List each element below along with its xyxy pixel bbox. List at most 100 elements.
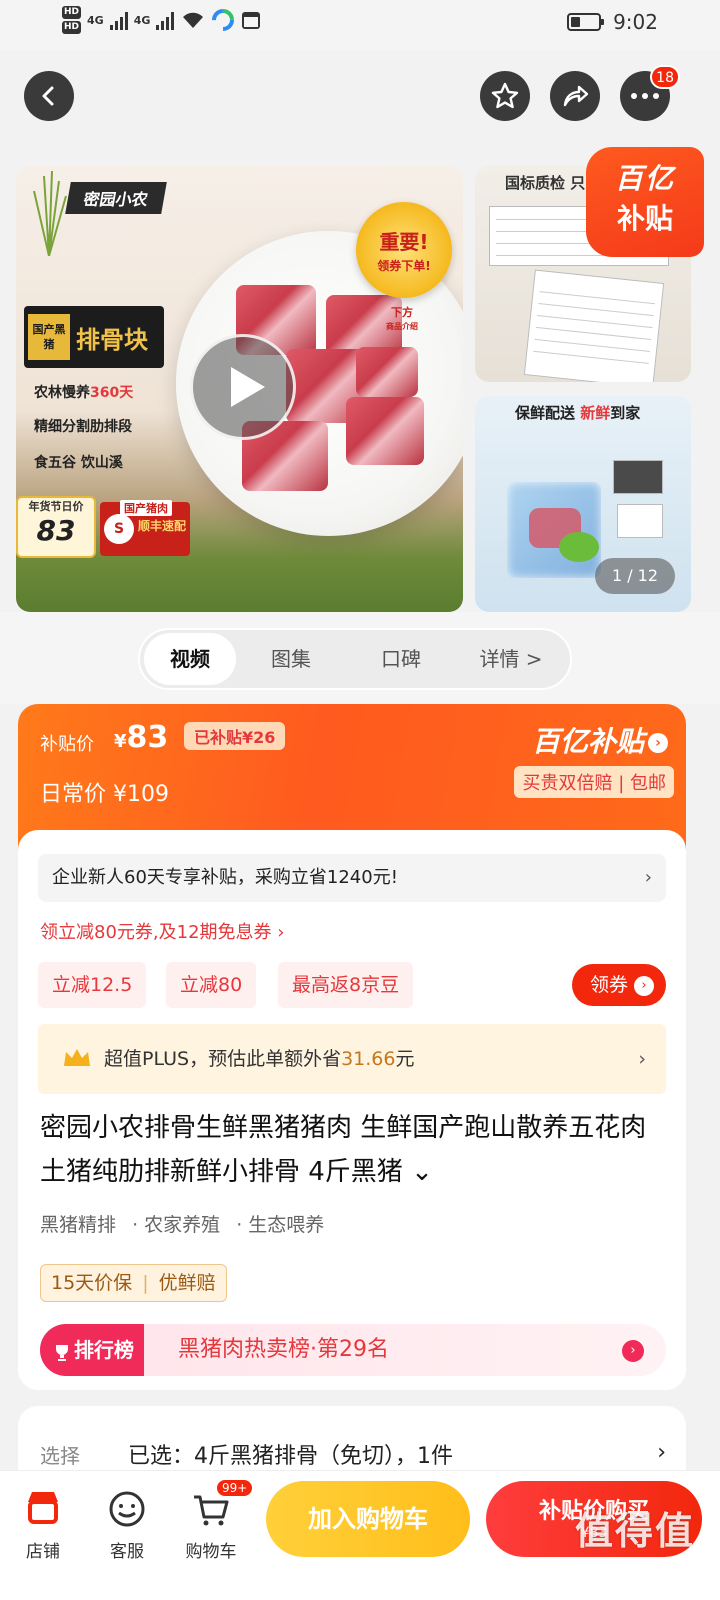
subsidy-corner-badge: 百亿 补贴 [586,147,704,257]
ranking-bar[interactable]: 排行榜 黑猪肉热卖榜·第29名 › [40,1324,666,1376]
store-button[interactable]: 店铺 [8,1481,78,1562]
play-icon [231,367,265,407]
chevron-left-icon [42,86,54,106]
feature-2: 精细分割肋排段 [34,419,132,435]
ranking-badge: 排行榜 [40,1324,144,1376]
badge-small: 国产黑猪 [28,314,70,360]
product-title[interactable]: 密园小农排骨生鲜黑猪猪肉 生鲜国产跑山散养五花肉土猪纯肋排新鲜小排骨 4斤黑猪 … [40,1106,660,1194]
play-button[interactable] [190,334,296,440]
subsidy-price: ¥83 [114,720,169,755]
subsidy-price-label: 补贴价 [40,734,94,755]
watermark: 值得值 zhizhizhi.com [574,1509,695,1573]
feature-1: 农林慢养360天 [34,385,134,401]
clock: 9:02 [613,10,658,34]
chevron-right-icon: › [644,867,652,888]
tag: · 生态喂养 [236,1214,325,1236]
festival-price: 83 [36,514,76,547]
add-to-cart-button[interactable]: 加入购物车 [266,1481,470,1557]
tab-video[interactable]: 视频 [144,633,236,685]
discount-chip-2[interactable]: 立减80 [166,962,257,1008]
more-button[interactable]: 18 [620,65,680,121]
back-button[interactable] [24,71,74,121]
meat-piece [356,347,418,397]
festival-price-tag: 年货节日价 83 [16,496,96,558]
chevron-right-icon: › [634,975,654,996]
sf-logo-icon: S [104,514,134,544]
tab-gallery[interactable]: 图集 [236,633,346,685]
package-image [613,460,663,494]
coupon-offer-link[interactable]: 领立减80元券,及12期免息券 › [40,918,284,944]
sf-express-tag: 国产猪肉 S 顺丰速配 [100,500,190,556]
chevron-right-icon: › [657,1440,666,1465]
pork-tag: 国产猪肉 [120,500,172,516]
signal-cluster: HD HD 4G 4G [62,6,262,34]
tab-reviews[interactable]: 口碑 [346,633,456,685]
service-guarantee[interactable]: 15天价保 | 优鲜赔 [40,1264,227,1302]
feature-3: 食五谷 饮山溪 [34,455,123,471]
badge-big: 排骨块 [76,325,148,354]
report-image [523,269,665,382]
product-badge: 国产黑猪 排骨块 [24,306,164,368]
important-sub: 领券下单! [377,259,431,273]
trophy-icon [56,1344,68,1361]
gallery-pager: 1 / 12 [595,558,675,594]
cart-button[interactable]: 99+ 购物车 [176,1479,254,1562]
important-badge: 重要! 领券下单! [356,202,452,298]
store-icon [28,1492,58,1524]
ranking-text: 黑猪肉热卖榜·第29名 [178,1337,389,1362]
share-button[interactable] [550,71,600,121]
cart-badge: 99+ [216,1479,254,1497]
main-product-video[interactable]: 密园小农 国产黑猪 排骨块 农林慢养360天 精细分割肋排段 食五谷 饮山溪 年… [16,166,463,612]
tag: · 农家养殖 [132,1214,221,1236]
signal-icon-2 [156,10,175,30]
chevron-right-icon: › [638,1048,646,1070]
discount-chip-3[interactable]: 最高返8京豆 [278,962,414,1008]
app-status-icon [212,9,235,31]
more-dots-icon [631,93,659,99]
festival-label: 年货节日价 [28,500,84,513]
wifi-icon [183,12,204,28]
favorite-button[interactable] [480,71,530,121]
hd-badge-2: HD [62,21,82,34]
price-guarantee-badge: 买贵双倍赔 | 包邮 [514,766,674,798]
share-icon [563,85,589,107]
cart-label: 购物车 [185,1542,237,1562]
subsidized-amount-badge: 已补贴¥26 [184,722,286,750]
status-right: 9:02 [567,10,658,34]
plus-savings-bar[interactable]: 超值PLUS，预估此单额外省31.66元 › [38,1024,666,1094]
service-face-icon [109,1491,145,1527]
calendar-icon [242,12,261,29]
subsidy-logo: 百亿 [614,162,675,195]
discount-chip-1[interactable]: 立减12.5 [38,962,147,1008]
service-label: 客服 [110,1542,144,1562]
network-type-2: 4G [133,13,151,27]
enterprise-notice[interactable]: 企业新人60天专享补贴，采购立省1240元! › [38,854,666,902]
meat-piece [346,397,424,465]
chevron-right-icon: › [648,733,668,753]
subsidy-program-link[interactable]: 百亿补贴 › [532,720,668,760]
notification-badge: 18 [650,65,680,89]
tab-details[interactable]: 详情 > [456,633,566,685]
chevron-right-icon: › [622,1340,644,1362]
product-tags: 黑猪精排 · 农家养殖 · 生态喂养 [40,1210,334,1237]
media-tabs: 视频 图集 口碑 详情 > [138,628,572,690]
thumb2-title: 保鲜配送 新鲜到家 [515,404,641,422]
battery-icon [567,13,605,31]
brand-tag: 密园小农 [65,182,167,214]
important-title: 重要! [379,230,429,254]
product-info-card: 企业新人60天专享补贴，采购立省1240元! › 领立减80元券,及12期免息券… [18,830,686,1390]
package-image [617,504,663,538]
thumb1-title: 国标质检 只 [505,174,586,192]
subsidy-text: 补贴 [616,202,673,235]
signal-icon [109,10,128,30]
select-label: 选择 [40,1444,80,1468]
customer-service-button[interactable]: 客服 [92,1481,162,1562]
store-label: 店铺 [26,1542,60,1562]
daily-price: 日常价 ¥109 [40,782,169,807]
selected-spec: 已选：4斤黑猪排骨（免切），1件 [128,1444,453,1469]
ice-cube-image [507,482,601,578]
hd-badge-1: HD [62,6,82,19]
get-coupon-button[interactable]: 领券 › [571,964,666,1006]
sf-text: 顺丰速配 [138,519,187,533]
tag: 黑猪精排 [40,1214,117,1236]
